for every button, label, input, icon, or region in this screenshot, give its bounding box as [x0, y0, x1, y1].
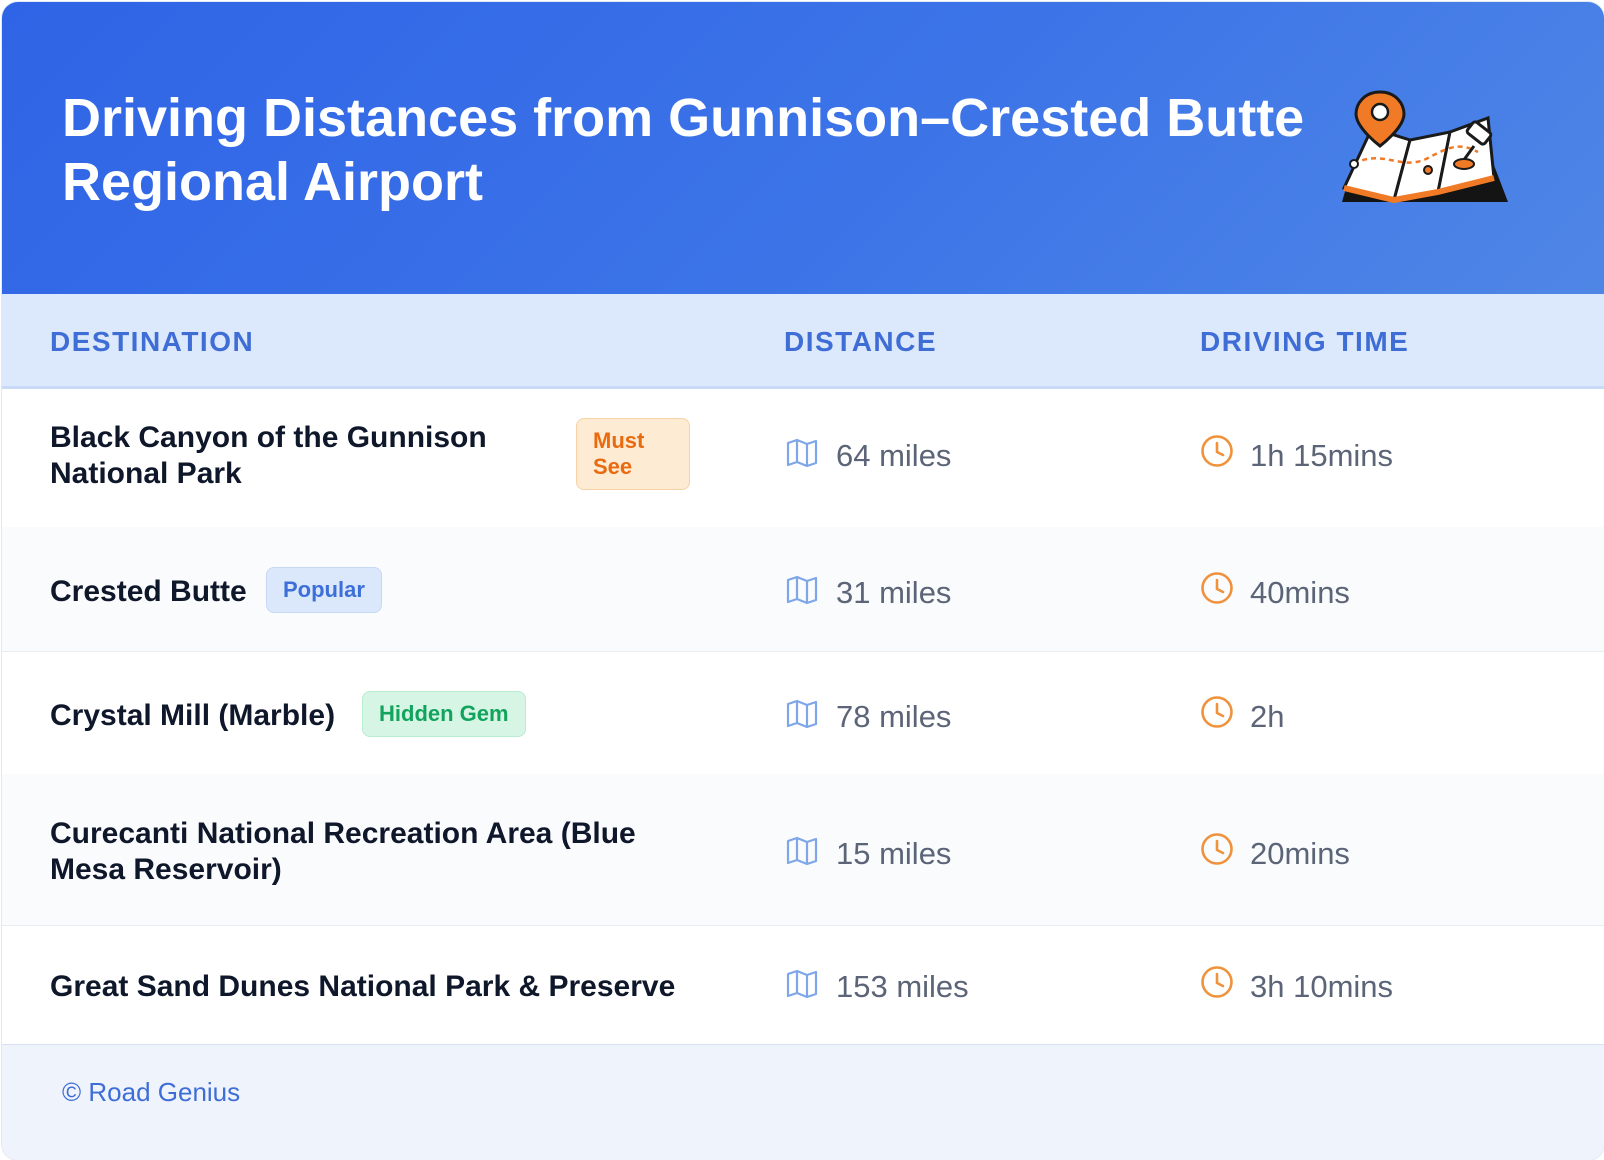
driving-time-value: 2h: [1250, 699, 1285, 734]
column-header-driving-time[interactable]: DRIVING TIME: [1200, 326, 1409, 358]
table-row: Curecanti National Recreation Area (Blue…: [2, 774, 1604, 926]
column-header-destination[interactable]: DESTINATION: [50, 326, 254, 358]
table-row: Crested Butte Popular 31 miles 40mins: [2, 527, 1604, 652]
distance-value: 64 miles: [836, 438, 952, 473]
column-header-distance[interactable]: DISTANCE: [784, 326, 937, 358]
distance-value: 78 miles: [836, 699, 952, 734]
destination-name: Crystal Mill (Marble): [50, 699, 336, 732]
map-icon: [786, 836, 818, 866]
popular-badge: Popular: [266, 567, 382, 613]
map-icon: [786, 438, 818, 468]
footer: © Road Genius: [2, 1044, 1604, 1160]
destination-name: Crested Butte: [50, 575, 247, 608]
driving-time-value: 40mins: [1250, 575, 1350, 610]
driving-time-value: 3h 10mins: [1250, 969, 1394, 1004]
footer-credit-link[interactable]: © Road Genius: [62, 1077, 240, 1108]
table-row: Crystal Mill (Marble) Hidden Gem 78 mile…: [2, 651, 1604, 775]
distance-value: 15 miles: [836, 836, 952, 871]
clock-icon: [1201, 435, 1233, 467]
clock-icon: [1201, 833, 1233, 865]
destination-name: Black Canyon of the Gunnison National Pa…: [50, 421, 487, 490]
table-row: Black Canyon of the Gunnison National Pa…: [2, 386, 1604, 528]
map-icon: [786, 699, 818, 729]
distance-card: Driving Distances from Gunnison–Crested …: [2, 2, 1604, 1160]
driving-time-value: 20mins: [1250, 836, 1350, 871]
destination-name: Great Sand Dunes National Park & Preserv…: [50, 970, 676, 1003]
header-banner: Driving Distances from Gunnison–Crested …: [2, 2, 1604, 294]
table-header: DESTINATION DISTANCE DRIVING TIME: [2, 294, 1604, 389]
clock-icon: [1201, 696, 1233, 728]
distance-value: 31 miles: [836, 575, 952, 610]
clock-icon: [1201, 966, 1233, 998]
folded-map-with-pin-icon: [1342, 90, 1508, 204]
distance-value: 153 miles: [836, 969, 969, 1004]
must-see-badge: Must See: [576, 418, 690, 490]
clock-icon: [1201, 572, 1233, 604]
map-icon: [786, 969, 818, 999]
hidden-gem-badge: Hidden Gem: [362, 691, 526, 737]
page-title: Driving Distances from Gunnison–Crested …: [62, 88, 1305, 212]
driving-time-value: 1h 15mins: [1250, 438, 1394, 473]
table-row: Great Sand Dunes National Park & Preserv…: [2, 925, 1604, 1044]
map-icon: [786, 575, 818, 605]
destination-name: Curecanti National Recreation Area (Blue…: [50, 817, 636, 886]
